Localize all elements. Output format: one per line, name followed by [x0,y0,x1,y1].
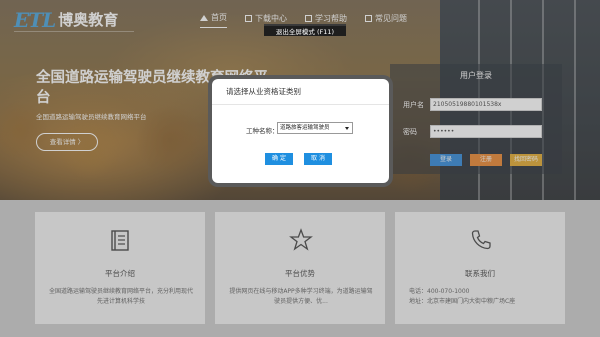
job-type-selected-value: 道路旅客运输驾驶员 [280,125,330,131]
job-type-label: 工种名称： [246,127,279,135]
chevron-down-icon [345,127,349,130]
certificate-type-dialog: 请选择从业资格证类别 工种名称： 道路旅客运输驾驶员 确 定 取 消 [212,79,389,183]
confirm-button[interactable]: 确 定 [265,153,293,165]
dialog-title: 请选择从业资格证类别 [212,79,389,105]
cancel-button[interactable]: 取 消 [304,153,332,165]
job-type-select[interactable]: 道路旅客运输驾驶员 [277,122,353,134]
exit-fullscreen-notice[interactable]: 退出全屏模式 (F11) [264,24,346,36]
